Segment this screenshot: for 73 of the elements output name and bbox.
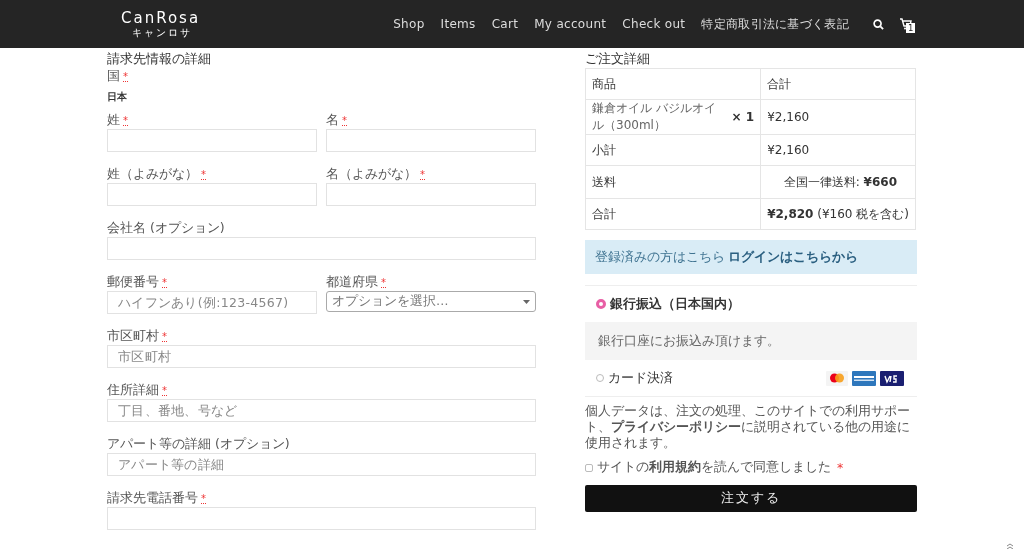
input-field[interactable] [107,237,536,260]
required-mark: * [162,331,167,342]
payment-option-label[interactable]: 銀行振込（日本国内） [610,295,740,313]
field-label: アパート等の詳細 (オプション) [107,436,290,453]
input-field[interactable]: 市区町村 [107,345,536,368]
scroll-top-icon[interactable] [1007,543,1013,549]
place-order-button[interactable]: 注文する [585,485,917,512]
dropdown-caret-icon [523,299,530,304]
input-field[interactable] [107,129,317,152]
payment-description: 銀行口座にお振込み頂けます。 [585,322,917,360]
field-label: 住所詳細 [107,382,159,399]
required-mark: * [123,115,128,126]
select-field[interactable]: オプションを選択… [326,291,536,312]
table-cell: 合計 [585,198,761,230]
field-label: 名（よみがな） [326,166,417,183]
field-label: 姓（よみがな） [107,166,198,183]
table-cell: 小計 [585,134,761,166]
input-field[interactable] [107,183,317,206]
table-header-cell: 合計 [760,68,916,100]
nav-link[interactable]: My account [534,17,607,31]
product-name: 鎌倉オイル バジルオイル（300ml） [592,100,717,134]
table-cell: 送料 [585,165,761,199]
section-heading: 請求先情報の詳細 [107,50,211,68]
required-mark: * [123,71,128,82]
table-cell: ¥2,160 [760,99,916,135]
required-mark: * [342,115,347,126]
terms-label[interactable]: サイトの利用規約を読んで同意しました [597,459,831,476]
field-label: 名 [326,112,339,129]
nav-link[interactable]: Check out [622,17,686,31]
visa-card-icon [880,370,904,386]
cart-icon[interactable] [900,18,912,30]
field-label: 市区町村 [107,328,159,345]
logo-subtitle: キャンロサ [132,26,192,38]
radio-button[interactable] [596,299,606,309]
input-field[interactable] [107,507,536,530]
login-link[interactable]: ログインはこちらから [728,248,858,266]
table-header-cell: 商品 [585,68,761,100]
notice-text: 登録済みの方はこちら [595,248,725,266]
input-field[interactable] [326,183,536,206]
required-mark: * [381,277,386,288]
privacy-text: 個人データは、注文の処理、このサイトでの利用サポート、プライバシーポリシーに説明されている他の用途に使用されます。 [585,403,911,451]
field-label: 姓 [107,112,120,129]
input-field[interactable]: アパート等の詳細 [107,453,536,476]
nav-link[interactable]: Cart [491,17,519,31]
payment-option-label[interactable]: カード決済 [608,369,673,387]
table-cell: ¥2,820 (¥160 税を含む) [760,198,916,230]
nav-link[interactable]: Shop [393,17,425,31]
required-mark: * [420,169,425,180]
search-icon[interactable] [873,18,884,30]
required-mark: * [837,460,844,475]
mastercard-icon [826,370,848,386]
input-field[interactable] [326,129,536,152]
input-field[interactable]: ハイフンあり(例:123-4567) [107,291,317,314]
section-heading: ご注文詳細 [585,50,650,66]
country-value: 日本 [107,90,128,104]
checkbox[interactable] [585,463,593,472]
field-label: 都道府県 [326,274,378,291]
required-mark: * [201,493,206,504]
required-mark: * [162,277,167,288]
table-cell: 全国一律送料: ¥660 [760,165,916,199]
input-field[interactable]: 丁目、番地、号など [107,399,536,422]
nav-link[interactable]: Items [440,17,476,31]
field-label: 郵便番号 [107,274,159,291]
field-label: 請求先電話番号 [107,490,198,507]
required-mark: * [201,169,206,180]
logo-text[interactable]: CanRosa [121,10,201,27]
cart-count-badge: 1 [906,23,916,33]
required-mark: * [162,385,167,396]
table-cell: ¥2,160 [760,134,916,166]
nav-link[interactable]: 特定商取引法に基づく表記 [701,15,849,33]
field-label: 国 [107,68,120,85]
quantity: × 1 [731,110,755,124]
field-label: 会社名 (オプション) [107,220,225,237]
